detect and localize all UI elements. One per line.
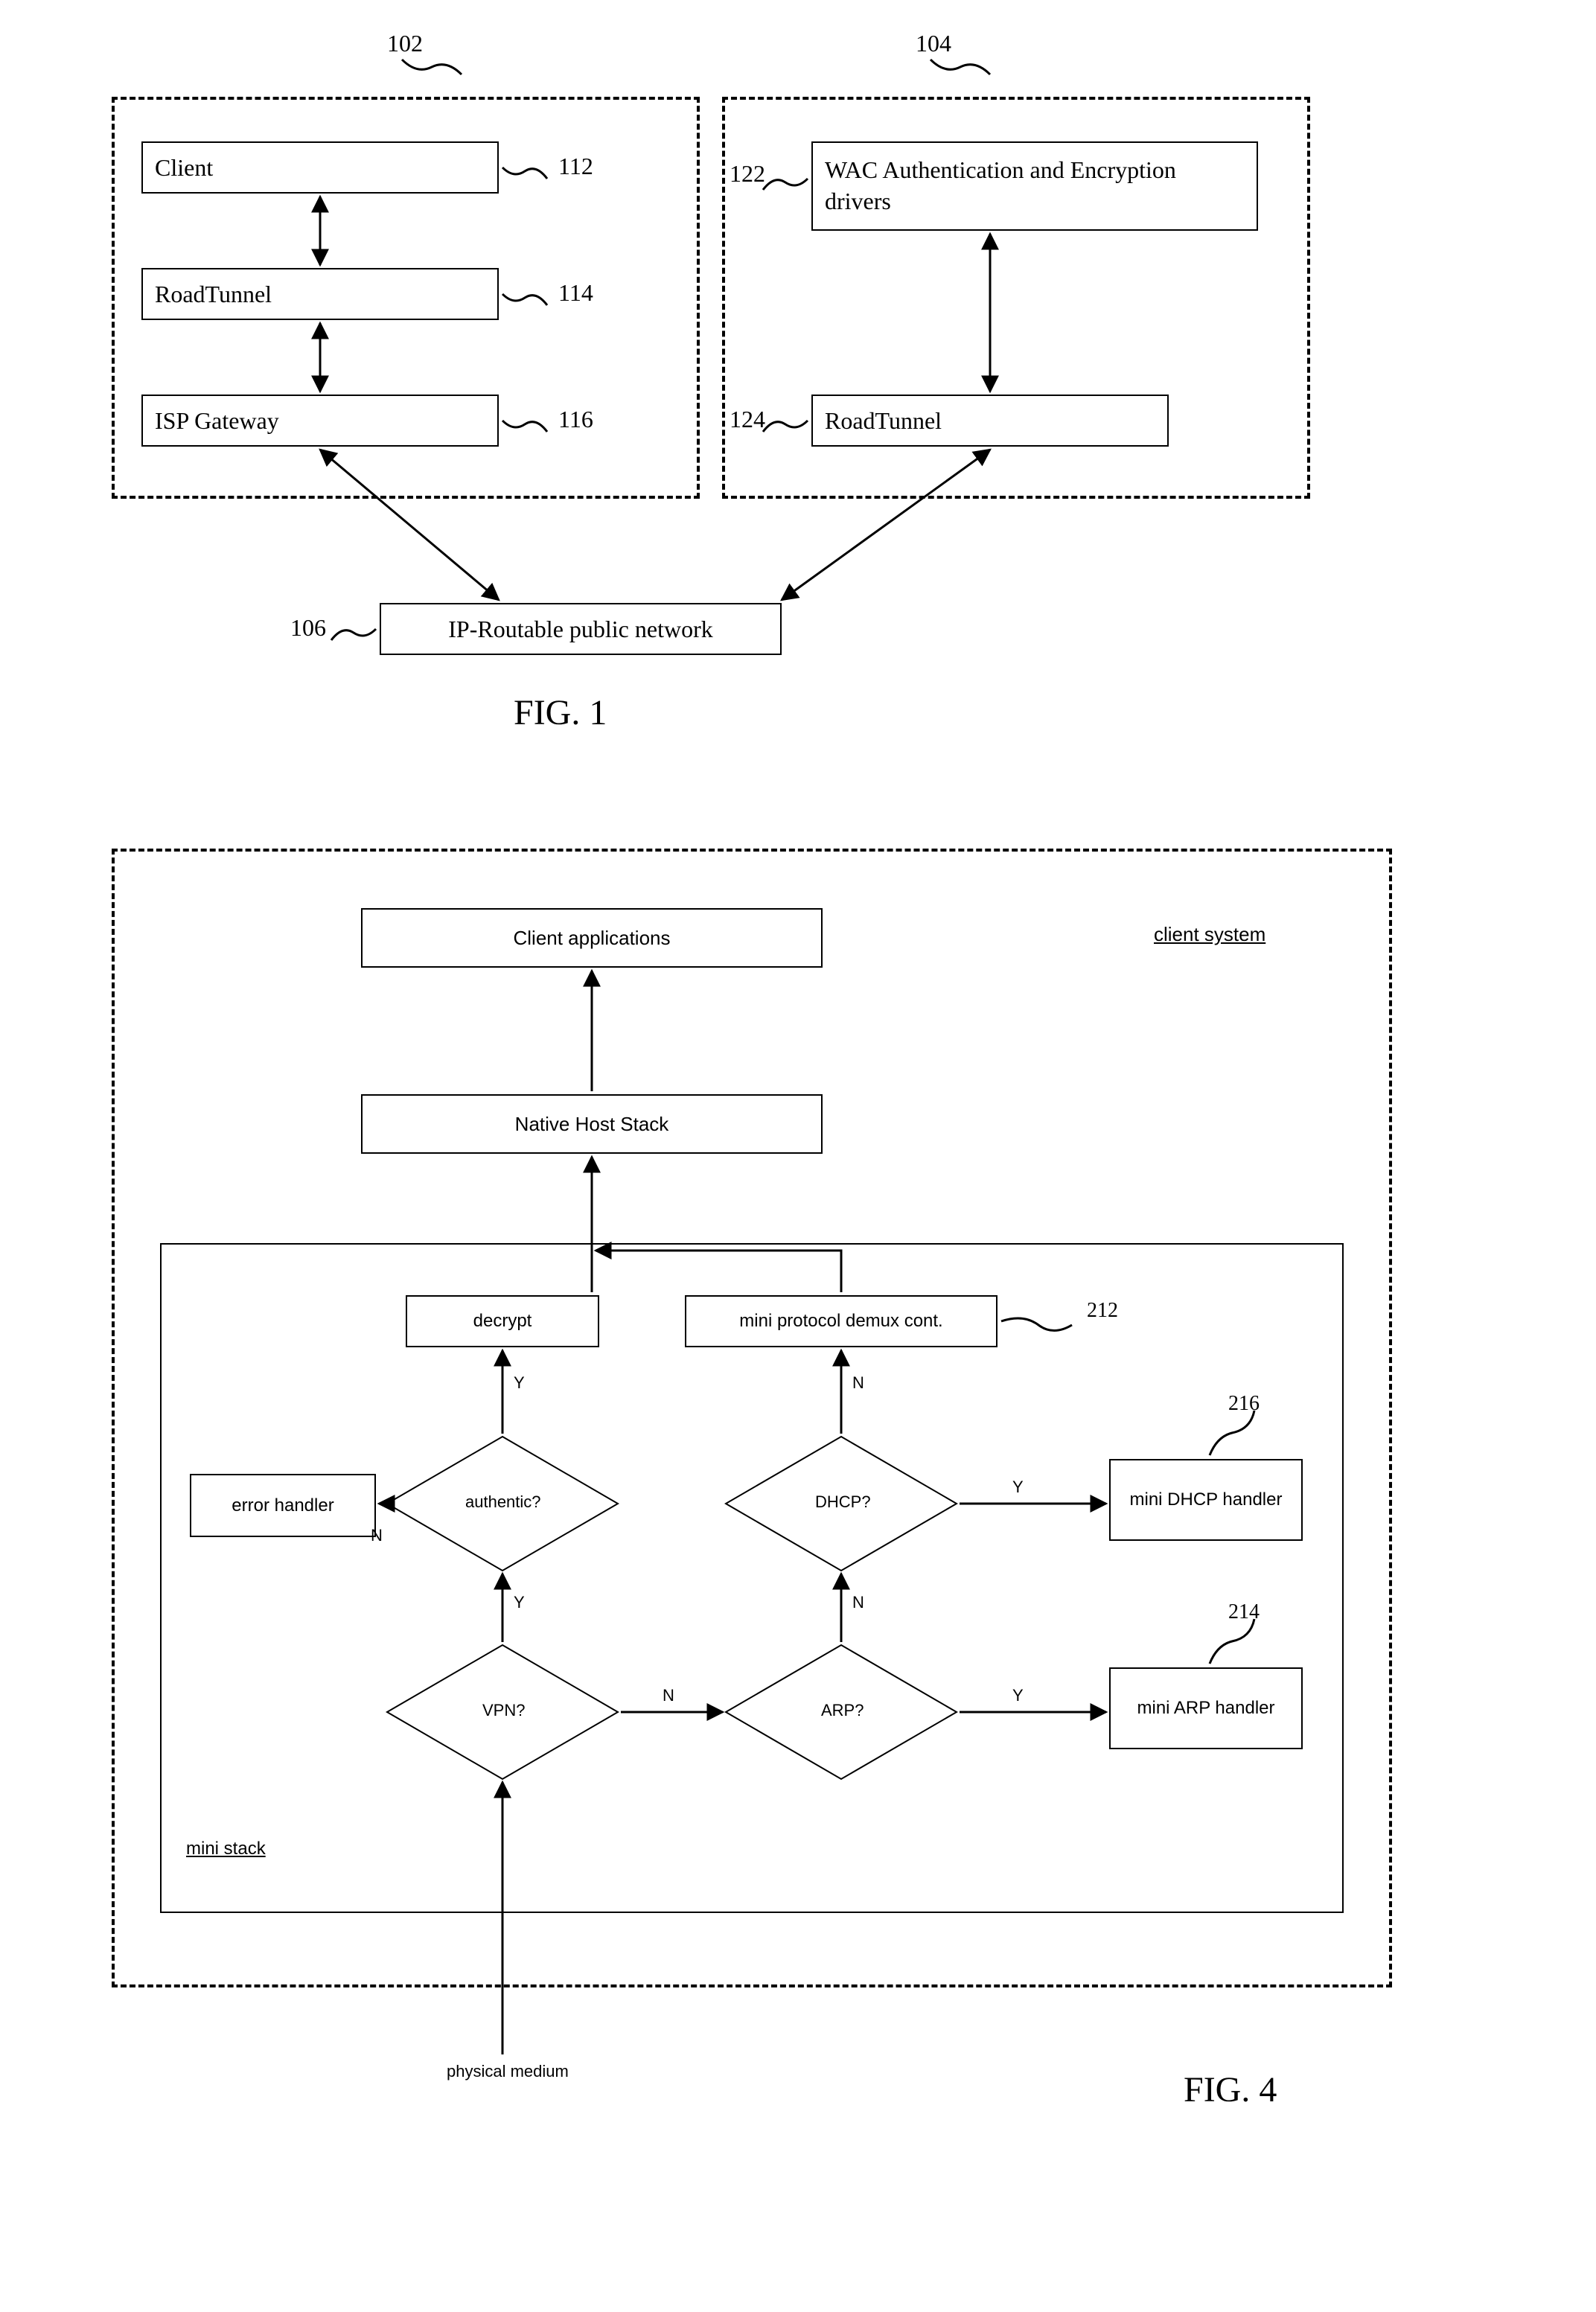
fig1-caption: FIG. 1 (514, 692, 607, 733)
label-vpn: VPN? (482, 1701, 525, 1720)
y-arp-right: Y (1012, 1686, 1024, 1705)
box-demux: mini protocol demux cont. (685, 1295, 998, 1347)
ref-216: 216 (1228, 1392, 1260, 1416)
box-wac: WAC Authentication and Encryption driver… (811, 141, 1258, 231)
ref-116: 116 (558, 406, 593, 433)
ref-124: 124 (730, 406, 765, 433)
ref-112: 112 (558, 153, 593, 180)
box-ip-network: IP-Routable public network (380, 603, 782, 655)
box-decrypt: decrypt (406, 1295, 599, 1347)
box-roadtunnel-right: RoadTunnel (811, 395, 1169, 447)
ref-212: 212 (1087, 1299, 1118, 1323)
box-error-handler: error handler (190, 1474, 376, 1537)
ref-104: 104 (916, 30, 951, 57)
label-mini-stack: mini stack (186, 1839, 266, 1859)
y-dhcp-right: Y (1012, 1478, 1024, 1497)
label-arp: ARP? (821, 1701, 864, 1720)
ref-114: 114 (558, 279, 593, 307)
n-dhcp-up: N (852, 1373, 864, 1393)
box-isp-gateway: ISP Gateway (141, 395, 499, 447)
n-authentic-left: N (371, 1526, 383, 1545)
box-roadtunnel-left: RoadTunnel (141, 268, 499, 320)
n-vpn-right: N (663, 1686, 674, 1705)
box-native-host-stack: Native Host Stack (361, 1094, 823, 1154)
diagram-page: 102 104 Client RoadTunnel ISP Gateway WA… (30, 30, 1566, 2282)
fig4-caption: FIG. 4 (1184, 2069, 1277, 2110)
y-vpn-up: Y (514, 1593, 525, 1612)
ref-214: 214 (1228, 1600, 1260, 1624)
label-authentic: authentic? (465, 1492, 541, 1512)
box-mini-arp: mini ARP handler (1109, 1667, 1303, 1749)
label-physical-medium: physical medium (447, 2062, 569, 2081)
ref-106: 106 (290, 614, 326, 642)
n-arp-up: N (852, 1593, 864, 1612)
y-authentic-up: Y (514, 1373, 525, 1393)
label-dhcp: DHCP? (815, 1492, 871, 1512)
box-client-applications: Client applications (361, 908, 823, 968)
label-client-system: client system (1154, 923, 1265, 946)
ref-122: 122 (730, 160, 765, 188)
box-mini-dhcp: mini DHCP handler (1109, 1459, 1303, 1541)
ref-102: 102 (387, 30, 423, 57)
box-client: Client (141, 141, 499, 194)
